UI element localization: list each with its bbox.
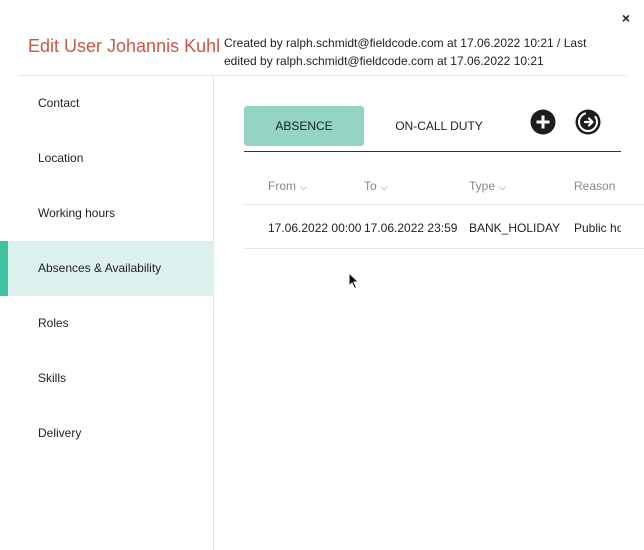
main-content: ABSENCE ON-CALL DUTY From ⌵ To ⌵ Type ⌵ Rea… (214, 76, 644, 550)
sidebar-item-contact[interactable]: Contact (0, 76, 213, 131)
sidebar-nav: Contact Location Working hours Absences … (0, 76, 214, 550)
cell-to: 17.06.2022 23:59 (364, 221, 458, 235)
chevron-down-icon: ⌵ (499, 182, 506, 192)
tab-on-call-duty[interactable]: ON-CALL DUTY (378, 106, 500, 146)
cell-from: 17.06.2022 00:00 (268, 221, 362, 235)
cell-reason: Public holiday (574, 221, 621, 235)
dialog-header: Edit User Johannis Kuhl Created by ralph… (18, 28, 626, 76)
column-header-type[interactable]: Type ⌵ (469, 179, 506, 193)
sidebar-item-roles[interactable]: Roles (0, 296, 213, 351)
tab-absence[interactable]: ABSENCE (244, 106, 364, 146)
add-button[interactable] (530, 109, 556, 135)
close-button[interactable]: × (622, 8, 630, 28)
cell-type: BANK_HOLIDAY (469, 221, 561, 235)
share-icon (575, 109, 601, 135)
column-header-from[interactable]: From ⌵ (268, 179, 307, 193)
chevron-down-icon: ⌵ (300, 182, 307, 192)
share-button[interactable] (575, 109, 601, 135)
plus-circle-icon (530, 109, 556, 135)
sidebar-item-location[interactable]: Location (0, 131, 213, 186)
sidebar-item-delivery[interactable]: Delivery (0, 406, 213, 461)
sidebar-item-working-hours[interactable]: Working hours (0, 186, 213, 241)
chevron-down-icon: ⌵ (380, 182, 388, 192)
sidebar-item-absences-availability[interactable]: Absences & Availability (0, 241, 213, 296)
sidebar-item-skills[interactable]: Skills (0, 351, 213, 406)
absence-table: From ⌵ To ⌵ Type ⌵ Reason 17.06.2022 00:00 … (244, 162, 644, 249)
column-header-to[interactable]: To ⌵ (364, 179, 388, 193)
table-header: From ⌵ To ⌵ Type ⌵ Reason (244, 162, 644, 205)
column-header-reason[interactable]: Reason (574, 179, 615, 193)
audit-info: Created by ralph.schmidt@fieldcode.com a… (224, 36, 587, 68)
table-row[interactable]: 17.06.2022 00:00 17.06.2022 23:59 BANK_H… (244, 205, 644, 249)
dialog-title: Edit User Johannis Kuhl (28, 36, 221, 56)
tab-bar: ABSENCE ON-CALL DUTY (244, 106, 621, 152)
